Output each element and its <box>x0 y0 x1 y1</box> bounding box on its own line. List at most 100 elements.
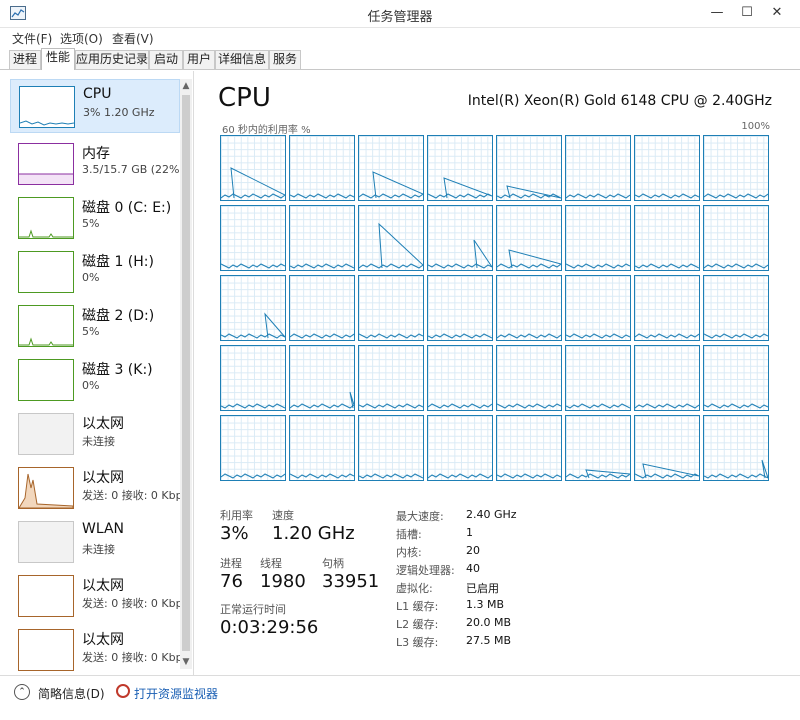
spec-label-cores: 内核: <box>396 546 422 559</box>
tab-services[interactable]: 服务 <box>269 50 301 69</box>
sidebar-item-status: 发送: 0 接收: 0 Kbps <box>82 651 189 664</box>
sidebar-item[interactable]: 以太网 未连接 <box>10 407 180 461</box>
handles-label: 句柄 <box>322 557 344 570</box>
sidebar-item[interactable]: 磁盘 2 (D:) 5% <box>10 299 180 353</box>
logical-processor-graph <box>220 135 286 201</box>
sidebar-item-thumbnail <box>18 467 74 509</box>
sidebar-item-thumbnail <box>18 197 74 239</box>
tab-users[interactable]: 用户 <box>183 50 215 69</box>
speed-value: 1.20 GHz <box>272 523 355 544</box>
logical-processor-graph <box>358 415 424 481</box>
sidebar-item-status: 0% <box>82 379 100 392</box>
spec-value-virtualization: 已启用 <box>466 582 499 595</box>
sidebar-item-thumbnail <box>18 521 74 563</box>
sidebar-item-label: WLAN <box>82 521 125 537</box>
minimize-button[interactable]: — <box>704 2 730 24</box>
logical-processor-graph <box>565 135 631 201</box>
sidebar-item[interactable]: 磁盘 3 (K:) 0% <box>10 353 180 407</box>
spec-value-l3-cache: 27.5 MB <box>466 634 512 647</box>
speed-label: 速度 <box>272 509 294 522</box>
sidebar-item-label: 以太网 <box>82 632 124 648</box>
logical-processor-graph <box>289 135 355 201</box>
menu-view[interactable]: 查看(V) <box>112 30 154 47</box>
logical-processor-graph <box>496 415 562 481</box>
sidebar-item-label: CPU <box>83 86 112 102</box>
sidebar-item-label: 以太网 <box>82 578 124 594</box>
close-button[interactable]: ✕ <box>764 2 790 24</box>
fewer-details-button[interactable]: 简略信息(D) <box>38 685 105 702</box>
logical-processor-graph <box>634 415 700 481</box>
menu-file[interactable]: 文件(F) <box>12 30 52 47</box>
logical-processor-graph <box>496 205 562 271</box>
scroll-up-arrow-icon[interactable]: ▲ <box>180 79 192 93</box>
spec-label-virtualization: 虚拟化: <box>396 582 433 595</box>
scroll-down-arrow-icon[interactable]: ▼ <box>180 655 192 669</box>
spec-value-logical-processors: 40 <box>466 562 480 575</box>
sidebar-item[interactable]: WLAN 未连接 <box>10 515 180 569</box>
spec-label-l1-cache: L1 缓存: <box>396 600 439 613</box>
sidebar-item-label: 磁盘 1 (H:) <box>82 254 154 270</box>
sidebar-item[interactable]: 内存 3.5/15.7 GB (22%) <box>10 137 184 191</box>
tab-processes[interactable]: 进程 <box>9 50 41 69</box>
utilization-graph-label: 60 秒内的利用率 % <box>222 125 311 136</box>
tab-app-history[interactable]: 应用历史记录 <box>75 50 149 69</box>
logical-processor-graph <box>289 345 355 411</box>
logical-processor-graph <box>703 275 769 341</box>
logical-processor-graph <box>703 135 769 201</box>
sidebar-item-thumbnail <box>18 575 74 617</box>
window-title: 任务管理器 <box>367 10 433 25</box>
logical-processor-graph <box>703 205 769 271</box>
logical-processor-grid[interactable] <box>220 135 772 485</box>
tab-details[interactable]: 详细信息 <box>215 50 269 69</box>
sidebar-item[interactable]: 以太网发送: 0 接收: 0 Kbps <box>10 461 188 515</box>
sidebar-item-thumbnail <box>19 86 75 128</box>
spec-value-l1-cache: 1.3 MB <box>466 598 505 611</box>
footer-bar: ⌃ 简略信息(D) 打开资源监视器 <box>0 675 800 720</box>
spec-label-max-speed: 最大速度: <box>396 510 444 523</box>
logical-processor-graph <box>427 275 493 341</box>
resource-monitor-icon[interactable] <box>116 684 130 698</box>
sidebar-item-thumbnail <box>18 305 74 347</box>
sidebar-item-thumbnail <box>18 251 74 293</box>
tab-startup[interactable]: 启动 <box>149 50 183 69</box>
sidebar-item-thumbnail <box>18 629 74 671</box>
logical-processor-graph <box>220 205 286 271</box>
logical-processor-graph <box>703 415 769 481</box>
handles-value: 33951 <box>322 571 380 592</box>
threads-label: 线程 <box>260 557 282 570</box>
chevron-up-icon[interactable]: ⌃ <box>14 684 30 700</box>
scroll-thumb[interactable] <box>182 95 190 651</box>
sidebar-item-status: 3% 1.20 GHz <box>83 106 155 119</box>
processes-value: 76 <box>220 571 243 592</box>
page-title: CPU <box>218 83 271 113</box>
tab-performance[interactable]: 性能 <box>41 48 75 70</box>
sidebar-item-label: 磁盘 2 (D:) <box>82 308 155 324</box>
open-resource-monitor-link[interactable]: 打开资源监视器 <box>134 685 218 702</box>
logical-processor-graph <box>289 415 355 481</box>
sidebar-item[interactable]: 磁盘 1 (H:) 0% <box>10 245 180 299</box>
logical-processor-graph <box>496 275 562 341</box>
sidebar-item-label: 内存 <box>82 146 110 162</box>
sidebar-scrollbar[interactable]: ▲ ▼ <box>180 79 192 669</box>
sidebar-item-status: 3.5/15.7 GB (22%) <box>82 163 184 176</box>
sidebar-item-label: 以太网 <box>82 470 124 486</box>
logical-processor-graph <box>427 205 493 271</box>
sidebar-item-label: 以太网 <box>82 416 124 432</box>
logical-processor-graph <box>358 345 424 411</box>
logical-processor-graph <box>220 415 286 481</box>
logical-processor-graph <box>703 345 769 411</box>
sidebar-item-status: 未连接 <box>82 543 115 556</box>
logical-processor-graph <box>220 275 286 341</box>
sidebar-item[interactable]: 以太网 发送: 0 接收: 0 Kbps <box>10 569 188 623</box>
utilization-max-label: 100% <box>741 121 770 132</box>
maximize-button[interactable]: ☐ <box>734 2 760 24</box>
sidebar-item[interactable]: CPU 3% 1.20 GHz <box>10 79 180 133</box>
sidebar-item[interactable]: 磁盘 0 (C: E:) 5% <box>10 191 180 245</box>
sidebar-item-thumbnail <box>18 413 74 455</box>
spec-label-logical-processors: 逻辑处理器: <box>396 564 455 577</box>
sidebar-item-status: 0% <box>82 271 100 284</box>
sidebar-item-status: 发送: 0 接收: 0 Kbps <box>82 489 189 502</box>
logical-processor-graph <box>496 345 562 411</box>
sidebar-item[interactable]: 以太网发送: 0 接收: 0 Kbps <box>10 623 188 675</box>
menu-options[interactable]: 选项(O) <box>60 30 103 47</box>
